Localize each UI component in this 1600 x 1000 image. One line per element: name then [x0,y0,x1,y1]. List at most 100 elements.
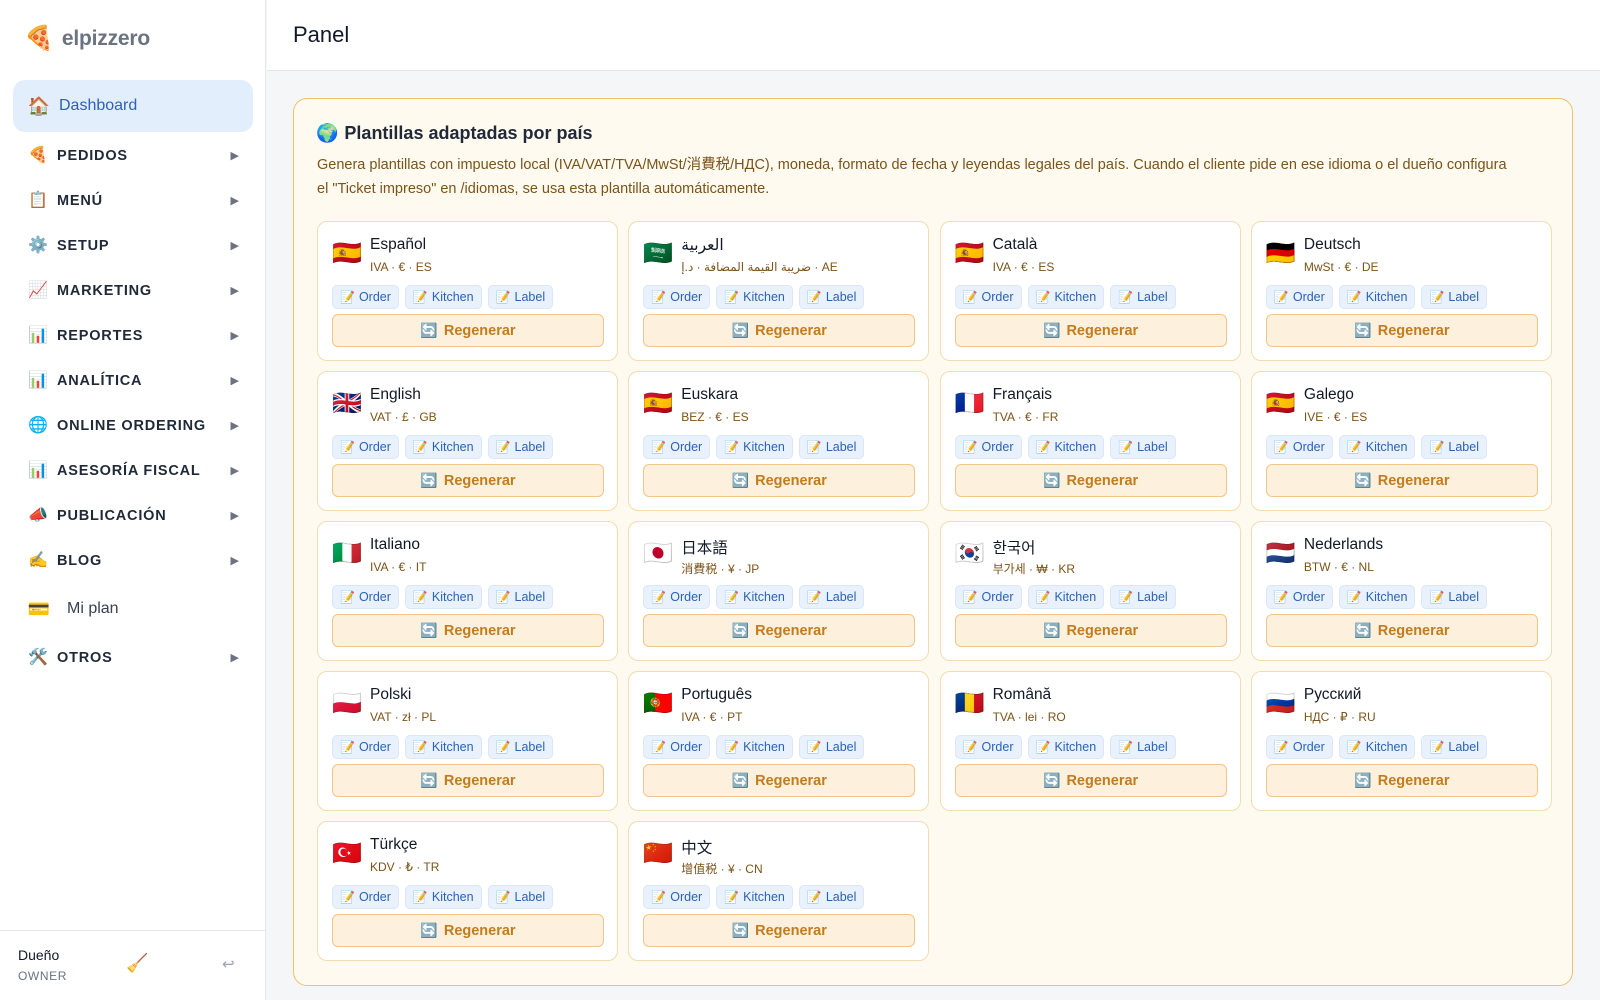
chip-kitchen[interactable]: 📝 Kitchen [404,885,482,909]
sidebar-item-pedidos[interactable]: 🍕 PEDIDOS ▶ [13,133,253,178]
chip-label[interactable]: 📝 Label [798,885,865,909]
regenerate-button[interactable]: 🔄 Regenerar [332,314,604,347]
regenerate-button[interactable]: 🔄 Regenerar [332,464,604,497]
regenerate-button[interactable]: 🔄 Regenerar [1265,314,1538,347]
chip-label[interactable]: 📝 Label [487,285,554,309]
broom-icon[interactable]: 🧹 [126,953,148,974]
regenerate-button[interactable]: 🔄 Regenerar [332,614,604,647]
chip-order[interactable]: 📝 Order [954,735,1022,759]
chip-order[interactable]: 📝 Order [954,585,1022,609]
chip-label[interactable]: 📝 Label [487,435,554,459]
chip-order[interactable]: 📝 Order [643,285,711,309]
chevron-right-icon[interactable]: ▶ [231,239,239,252]
chip-kitchen[interactable]: 📝 Kitchen [1338,285,1416,309]
chip-label[interactable]: 📝 Label [1110,585,1176,609]
chip-order[interactable]: 📝 Order [643,435,711,459]
chip-kitchen[interactable]: 📝 Kitchen [1027,735,1105,759]
chip-order[interactable]: 📝 Order [1265,585,1333,609]
chip-label[interactable]: 📝 Label [1110,735,1176,759]
sidebar-item-reportes[interactable]: 📊 REPORTES ▶ [13,313,253,358]
chip-order[interactable]: 📝 Order [954,285,1022,309]
chip-order[interactable]: 📝 Order [1265,285,1333,309]
regenerate-button[interactable]: 🔄 Regenerar [1265,764,1538,797]
chip-label[interactable]: 📝 Label [1421,435,1487,459]
regenerate-button[interactable]: 🔄 Regenerar [643,314,916,347]
chevron-right-icon[interactable]: ▶ [231,464,239,477]
logout-icon[interactable]: ↩ [222,955,235,973]
chip-kitchen[interactable]: 📝 Kitchen [716,435,793,459]
sidebar-item-setup[interactable]: ⚙️ SETUP ▶ [13,223,253,268]
sidebar-item-menu[interactable]: 📋 MENÚ ▶ [13,178,253,223]
chip-order[interactable]: 📝 Order [332,285,399,309]
chevron-right-icon[interactable]: ▶ [231,554,239,567]
regenerate-button[interactable]: 🔄 Regenerar [332,764,604,797]
sidebar-item-mi-plan[interactable]: 💳 Mi plan [13,583,253,635]
chip-label[interactable]: 📝 Label [1110,435,1176,459]
chip-kitchen[interactable]: 📝 Kitchen [1027,585,1105,609]
regenerate-button[interactable]: 🔄 Regenerar [954,464,1227,497]
chip-kitchen[interactable]: 📝 Kitchen [1338,435,1416,459]
regenerate-button[interactable]: 🔄 Regenerar [1265,614,1538,647]
chevron-right-icon[interactable]: ▶ [231,284,239,297]
chevron-right-icon[interactable]: ▶ [231,329,239,342]
chevron-right-icon[interactable]: ▶ [231,509,239,522]
chip-order[interactable]: 📝 Order [332,735,399,759]
chip-kitchen[interactable]: 📝 Kitchen [716,885,793,909]
sidebar-item-blog[interactable]: ✍️ BLOG ▶ [13,538,253,583]
chip-order[interactable]: 📝 Order [643,735,711,759]
regenerate-button[interactable]: 🔄 Regenerar [954,764,1227,797]
chip-label[interactable]: 📝 Label [487,735,554,759]
sidebar-item-publicacion[interactable]: 📣 PUBLICACIÓN ▶ [13,493,253,538]
sidebar-item-marketing[interactable]: 📈 MARKETING ▶ [13,268,253,313]
chevron-right-icon[interactable]: ▶ [231,149,239,162]
chip-label[interactable]: 📝 Label [487,885,554,909]
chip-kitchen[interactable]: 📝 Kitchen [404,585,482,609]
chip-kitchen[interactable]: 📝 Kitchen [1338,735,1416,759]
chip-kitchen[interactable]: 📝 Kitchen [716,585,793,609]
chevron-right-icon[interactable]: ▶ [231,374,239,387]
regenerate-button[interactable]: 🔄 Regenerar [643,464,916,497]
chevron-right-icon[interactable]: ▶ [231,651,239,664]
chip-kitchen[interactable]: 📝 Kitchen [1338,585,1416,609]
chip-kitchen[interactable]: 📝 Kitchen [404,435,482,459]
chip-order[interactable]: 📝 Order [954,435,1022,459]
sidebar-item-label: ANALÍTICA [57,372,143,389]
chip-order[interactable]: 📝 Order [643,585,711,609]
chip-kitchen[interactable]: 📝 Kitchen [1027,435,1105,459]
chevron-right-icon[interactable]: ▶ [231,419,239,432]
chip-label[interactable]: 📝 Label [1110,285,1176,309]
sidebar-item-asesoria-fiscal[interactable]: 📊 ASESORÍA FISCAL ▶ [13,448,253,493]
chip-order[interactable]: 📝 Order [1265,735,1333,759]
regenerate-button[interactable]: 🔄 Regenerar [954,614,1227,647]
regenerate-button[interactable]: 🔄 Regenerar [332,914,604,947]
chip-label[interactable]: 📝 Label [798,285,865,309]
sidebar-item-analitica[interactable]: 📊 ANALÍTICA ▶ [13,358,253,403]
regenerate-button[interactable]: 🔄 Regenerar [954,314,1227,347]
chip-kitchen[interactable]: 📝 Kitchen [404,735,482,759]
sidebar-item-otros[interactable]: 🛠️ OTROS ▶ [13,635,253,680]
regenerate-button[interactable]: 🔄 Regenerar [1265,464,1538,497]
chip-label[interactable]: 📝 Label [798,585,865,609]
chevron-right-icon[interactable]: ▶ [231,194,239,207]
chip-kitchen[interactable]: 📝 Kitchen [404,285,482,309]
chip-label[interactable]: 📝 Label [798,435,865,459]
chip-order[interactable]: 📝 Order [1265,435,1333,459]
chip-label[interactable]: 📝 Label [487,585,554,609]
regenerate-button[interactable]: 🔄 Regenerar [643,914,916,947]
chip-label[interactable]: 📝 Label [1421,735,1487,759]
brand-logo[interactable]: 🍕 elpizzero [24,24,150,54]
regenerate-button[interactable]: 🔄 Regenerar [643,764,916,797]
sidebar-item-dashboard[interactable]: 🏠 Dashboard [13,80,253,132]
regenerate-button[interactable]: 🔄 Regenerar [643,614,916,647]
chip-label[interactable]: 📝 Label [1421,285,1487,309]
chip-order[interactable]: 📝 Order [332,585,399,609]
chip-order[interactable]: 📝 Order [643,885,711,909]
chip-order[interactable]: 📝 Order [332,435,399,459]
chip-order[interactable]: 📝 Order [332,885,399,909]
chip-kitchen[interactable]: 📝 Kitchen [1027,285,1105,309]
sidebar-item-online-ordering[interactable]: 🌐 ONLINE ORDERING ▶ [13,403,253,448]
chip-kitchen[interactable]: 📝 Kitchen [716,735,793,759]
chip-label[interactable]: 📝 Label [798,735,865,759]
chip-label[interactable]: 📝 Label [1421,585,1487,609]
chip-kitchen[interactable]: 📝 Kitchen [716,285,793,309]
